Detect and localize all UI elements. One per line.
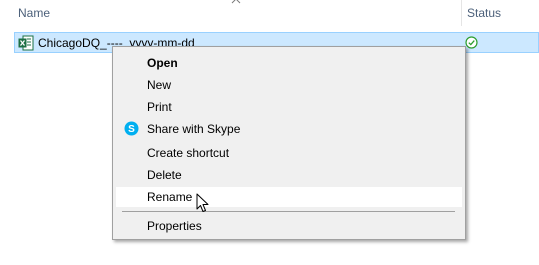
mouse-pointer-icon	[196, 193, 209, 212]
menu-item-delete[interactable]: Delete	[115, 164, 463, 186]
menu-item-properties[interactable]: Properties	[115, 215, 463, 237]
file-explorer: Name Status ChicagoDQ_---- yyyy-mm-dd Op…	[0, 0, 539, 265]
menu-item-share-with-skype[interactable]: S Share with Skype	[115, 118, 463, 140]
menu-item-label: Print	[147, 100, 172, 114]
menu-item-rename[interactable]: Rename	[115, 186, 463, 208]
menu-item-label: Properties	[147, 219, 202, 233]
menu-item-label: Rename	[147, 190, 193, 204]
excel-file-icon	[18, 35, 34, 51]
menu-item-label: Open	[147, 56, 178, 70]
menu-item-label: New	[147, 78, 172, 92]
menu-item-new[interactable]: New	[115, 74, 463, 96]
menu-item-label: Share with Skype	[147, 122, 241, 136]
sort-ascending-icon	[231, 0, 241, 4]
context-menu: Open New Print S Share with Skype Create…	[112, 46, 466, 240]
menu-item-label: Create shortcut	[147, 146, 230, 160]
skype-icon: S	[124, 121, 139, 136]
menu-separator	[122, 211, 455, 212]
column-header-status[interactable]: Status	[461, 0, 539, 26]
column-header-name-label: Name	[18, 6, 51, 20]
menu-item-print[interactable]: Print	[115, 96, 463, 118]
synced-check-icon	[465, 36, 478, 49]
menu-item-open[interactable]: Open	[115, 52, 463, 74]
svg-text:S: S	[128, 124, 135, 135]
column-header-status-label: Status	[467, 6, 502, 20]
column-header-name[interactable]: Name	[0, 0, 460, 26]
menu-item-label: Delete	[147, 168, 182, 182]
menu-item-create-shortcut[interactable]: Create shortcut	[115, 142, 463, 164]
